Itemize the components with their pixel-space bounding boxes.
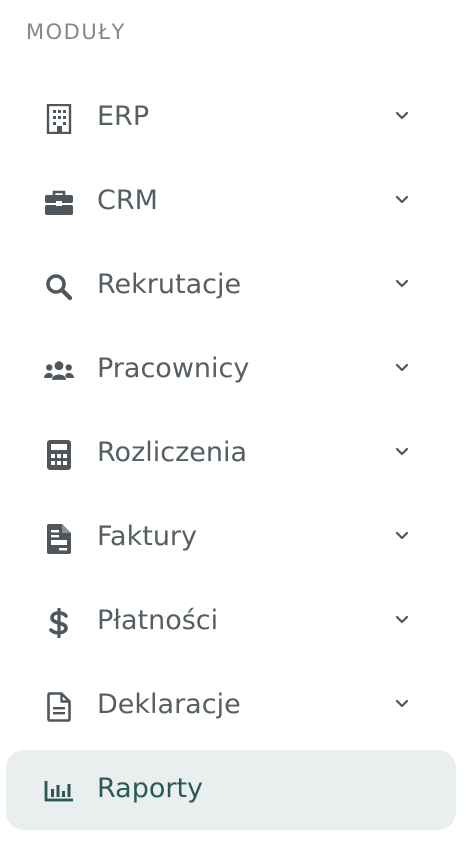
nav-label-platnosci: Płatności <box>97 605 219 636</box>
chevron-down-icon <box>392 526 412 546</box>
nav-item-raporty[interactable]: Raporty <box>6 750 456 830</box>
users-icon <box>44 356 74 386</box>
chevron-down-icon <box>392 610 412 630</box>
nav-item-faktury[interactable]: Faktury <box>6 498 456 578</box>
nav-item-rozliczenia[interactable]: Rozliczenia <box>6 414 456 494</box>
chevron-down-icon <box>392 106 412 126</box>
nav-label-erp: ERP <box>97 101 150 132</box>
chevron-down-icon <box>392 442 412 462</box>
nav-label-raporty: Raporty <box>97 773 204 804</box>
calculator-icon <box>44 440 74 470</box>
chevron-down-icon <box>392 694 412 714</box>
briefcase-icon <box>44 188 74 218</box>
nav-label-crm: CRM <box>97 185 158 216</box>
nav-item-deklaracje[interactable]: Deklaracje <box>6 666 456 746</box>
nav-item-rekrutacje[interactable]: Rekrutacje <box>6 246 456 326</box>
chevron-down-icon <box>392 190 412 210</box>
nav-item-pracownicy[interactable]: Pracownicy <box>6 330 456 410</box>
nav-item-platnosci[interactable]: Płatności <box>6 582 456 662</box>
search-icon <box>44 272 74 302</box>
chevron-down-icon <box>392 358 412 378</box>
nav-label-pracownicy: Pracownicy <box>97 353 250 384</box>
document-icon <box>44 692 74 722</box>
nav-label-rekrutacje: Rekrutacje <box>97 269 242 300</box>
invoice-icon <box>44 524 74 554</box>
chevron-down-icon <box>392 274 412 294</box>
nav-item-erp[interactable]: ERP <box>6 78 456 158</box>
building-icon <box>44 104 74 134</box>
section-heading: MODUŁY <box>26 20 126 44</box>
bar-chart-icon <box>44 776 74 806</box>
sidebar: MODUŁY ERP CRM Rekrutacje Pracownicy Roz… <box>0 0 476 864</box>
nav-item-crm[interactable]: CRM <box>6 162 456 242</box>
nav-label-rozliczenia: Rozliczenia <box>97 437 248 468</box>
nav-label-deklaracje: Deklaracje <box>97 689 241 720</box>
dollar-icon <box>44 608 74 638</box>
nav-label-faktury: Faktury <box>97 521 198 552</box>
